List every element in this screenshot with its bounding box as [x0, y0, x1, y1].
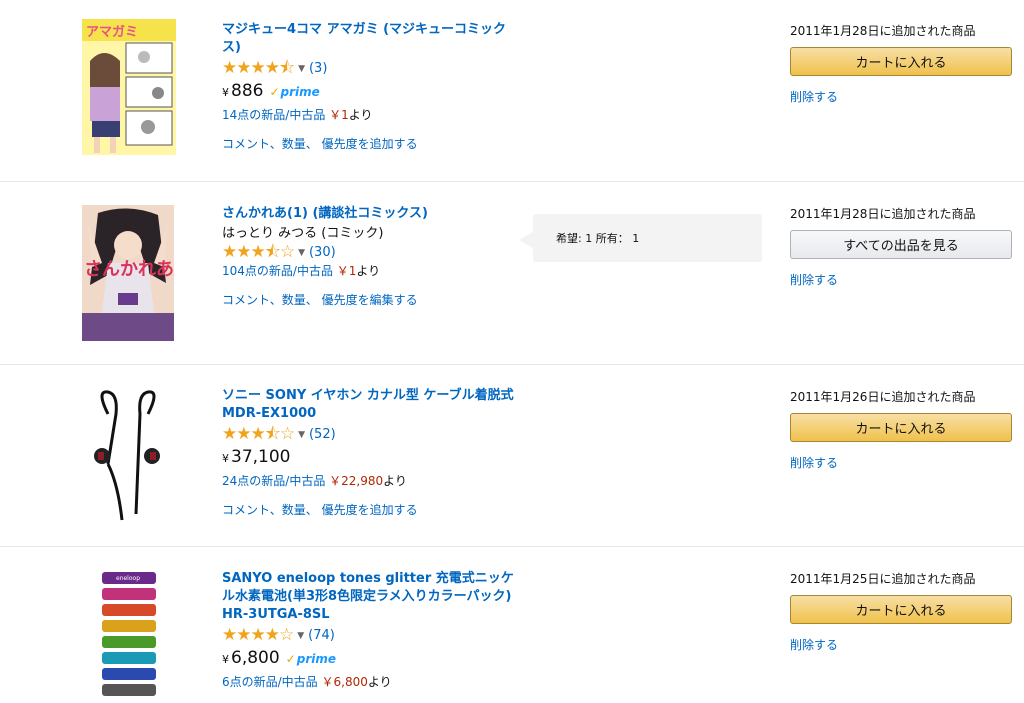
chevron-down-icon[interactable]: ▼ — [298, 430, 305, 440]
product-image[interactable]: アマガミ — [78, 17, 178, 157]
item-title[interactable]: ソニー SONY イヤホン カナル型 ケーブル着脱式 MDR-EX1000 — [222, 387, 522, 423]
offers-text[interactable]: 104点の新品/中古品 — [222, 264, 333, 278]
item-info: マジキュー4コマ アマガミ (マジキューコミックス) ★★★★⯪ ▼ (3) ¥… — [222, 21, 522, 152]
prime-label: prime — [296, 652, 336, 666]
product-image[interactable]: さんかれあ — [78, 203, 178, 343]
item-info: SANYO eneloop tones glitter 充電式ニッケル水素電池(… — [222, 570, 522, 691]
offers-suffix: より — [356, 264, 381, 278]
chevron-down-icon[interactable]: ▼ — [297, 631, 304, 641]
offers-price: ￥22,980 — [329, 474, 384, 488]
yen-symbol: ¥ — [222, 653, 229, 666]
prime-label: prime — [280, 85, 320, 99]
offers-link[interactable]: 14点の新品/中古品 ￥1より — [222, 106, 522, 124]
item-actions: 2011年1月28日に追加された商品 すべての出品を見る 削除する — [790, 205, 1012, 288]
chevron-down-icon[interactable]: ▼ — [298, 248, 305, 258]
product-image[interactable]: eneloop — [78, 570, 178, 699]
chevron-down-icon[interactable]: ▼ — [298, 64, 305, 74]
svg-text:アマガミ: アマガミ — [86, 25, 138, 40]
offers-text[interactable]: 24点の新品/中古品 — [222, 474, 325, 488]
wishlist-item: アマガミ マジキュー4コマ アマガミ (マジキューコミックス) ★★★★⯪ ▼ … — [0, 0, 1024, 183]
star-rating-icon: ★★★⯪☆ — [222, 424, 295, 444]
rating[interactable]: ★★★⯪☆ ▼ (30) — [222, 243, 522, 262]
offers-price: ￥1 — [329, 108, 349, 122]
item-actions: 2011年1月28日に追加された商品 カートに入れる 削除する — [790, 22, 1012, 105]
divider — [0, 546, 1024, 547]
item-actions: 2011年1月25日に追加された商品 カートに入れる 削除する — [790, 570, 1012, 653]
price: ¥ 37,100 — [222, 445, 522, 471]
add-comment-link[interactable]: コメント、数量、 優先度を追加する — [222, 501, 522, 518]
item-title[interactable]: マジキュー4コマ アマガミ (マジキューコミックス) — [222, 21, 522, 57]
item-actions: 2011年1月26日に追加された商品 カートに入れる 削除する — [790, 388, 1012, 471]
offers-price: ￥1 — [336, 264, 357, 278]
yen-symbol: ¥ — [222, 86, 229, 99]
wishlist-item: さんかれあ さんかれあ(1) (講談社コミックス) はっとり みつる (コミック… — [0, 183, 1024, 366]
price-value: 6,800 — [231, 648, 280, 668]
add-to-cart-button[interactable]: カートに入れる — [790, 595, 1012, 624]
offers-price: ￥6,800 — [321, 675, 368, 689]
add-comment-link[interactable]: コメント、数量、 優先度を追加する — [222, 135, 522, 152]
remove-link[interactable]: 削除する — [790, 636, 1012, 653]
divider — [0, 364, 1024, 365]
offers-suffix: より — [348, 108, 373, 122]
offers-text[interactable]: 6点の新品/中古品 — [222, 675, 318, 689]
product-image[interactable] — [78, 384, 178, 524]
star-rating-icon: ★★★★⯪ — [222, 58, 295, 78]
remove-link[interactable]: 削除する — [790, 454, 1012, 471]
offers-link[interactable]: 24点の新品/中古品 ￥22,980より — [222, 472, 522, 490]
offers-suffix: より — [367, 675, 392, 689]
priority-note: 希望: 1 所有： 1 — [519, 214, 762, 262]
item-title[interactable]: さんかれあ(1) (講談社コミックス) — [222, 205, 522, 223]
item-title[interactable]: SANYO eneloop tones glitter 充電式ニッケル水素電池(… — [222, 570, 522, 624]
price-value: 886 — [231, 81, 264, 101]
review-count[interactable]: (3) — [309, 61, 327, 76]
star-rating-icon: ★★★★☆ — [222, 625, 294, 645]
yen-symbol: ¥ — [222, 452, 229, 465]
item-author: はっとり みつる (コミック) — [222, 226, 384, 241]
item-info: さんかれあ(1) (講談社コミックス) はっとり みつる (コミック) ★★★⯪… — [222, 205, 522, 308]
price: ¥ 886 ✓prime — [222, 79, 522, 105]
prime-check-icon: ✓ — [269, 85, 280, 99]
prime-badge: ✓prime — [286, 647, 336, 671]
offers-suffix: より — [383, 474, 407, 488]
prime-check-icon: ✓ — [285, 652, 296, 666]
date-added: 2011年1月28日に追加された商品 — [790, 24, 976, 38]
item-info: ソニー SONY イヤホン カナル型 ケーブル着脱式 MDR-EX1000 ★★… — [222, 387, 522, 518]
add-to-cart-button[interactable]: カートに入れる — [790, 413, 1012, 442]
remove-link[interactable]: 削除する — [790, 271, 1012, 288]
date-added: 2011年1月26日に追加された商品 — [790, 390, 976, 404]
date-added: 2011年1月28日に追加された商品 — [790, 207, 976, 221]
prime-badge: ✓prime — [269, 80, 319, 104]
review-count[interactable]: (52) — [309, 427, 336, 442]
offers-link[interactable]: 104点の新品/中古品 ￥1より — [222, 262, 522, 280]
remove-link[interactable]: 削除する — [790, 88, 1012, 105]
rating[interactable]: ★★★★☆ ▼ (74) — [222, 626, 522, 645]
offers-link[interactable]: 6点の新品/中古品 ￥6,800より — [222, 673, 522, 691]
price-value: 37,100 — [231, 447, 291, 467]
add-to-cart-button[interactable]: カートに入れる — [790, 47, 1012, 76]
rating[interactable]: ★★★⯪☆ ▼ (52) — [222, 425, 522, 444]
review-count[interactable]: (74) — [308, 628, 335, 643]
review-count[interactable]: (30) — [309, 245, 336, 260]
offers-text[interactable]: 14点の新品/中古品 — [222, 108, 325, 122]
date-added: 2011年1月25日に追加された商品 — [790, 572, 976, 586]
price: ¥ 6,800 ✓prime — [222, 646, 522, 672]
star-rating-icon: ★★★⯪☆ — [222, 242, 295, 262]
wishlist-item: eneloop SANYO eneloop tones glitter 充電式ニ… — [0, 548, 1024, 699]
edit-comment-link[interactable]: コメント、数量、 優先度を編集する — [222, 291, 522, 308]
see-all-offers-button[interactable]: すべての出品を見る — [790, 230, 1012, 259]
wishlist-item: ソニー SONY イヤホン カナル型 ケーブル着脱式 MDR-EX1000 ★★… — [0, 366, 1024, 549]
svg-text:eneloop: eneloop — [116, 575, 140, 582]
divider — [0, 181, 1024, 182]
rating[interactable]: ★★★★⯪ ▼ (3) — [222, 59, 522, 78]
svg-text:さんかれあ: さんかれあ — [84, 259, 174, 280]
